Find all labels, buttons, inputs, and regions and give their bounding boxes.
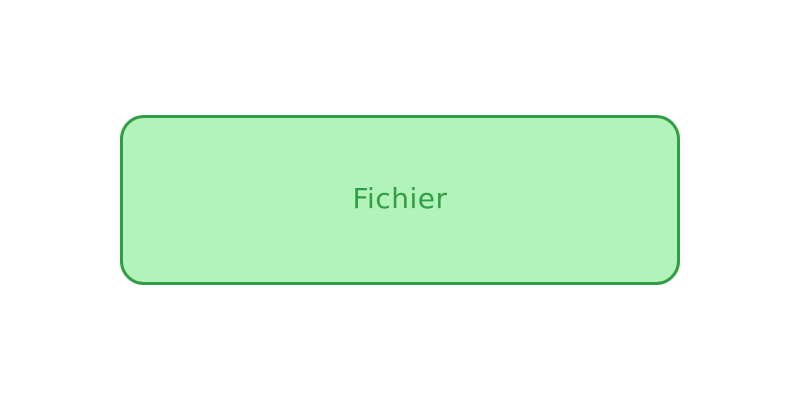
node-label: Fichier: [352, 181, 448, 215]
diagram-canvas: Fichier: [0, 0, 809, 411]
node-fichier[interactable]: Fichier: [120, 115, 680, 285]
